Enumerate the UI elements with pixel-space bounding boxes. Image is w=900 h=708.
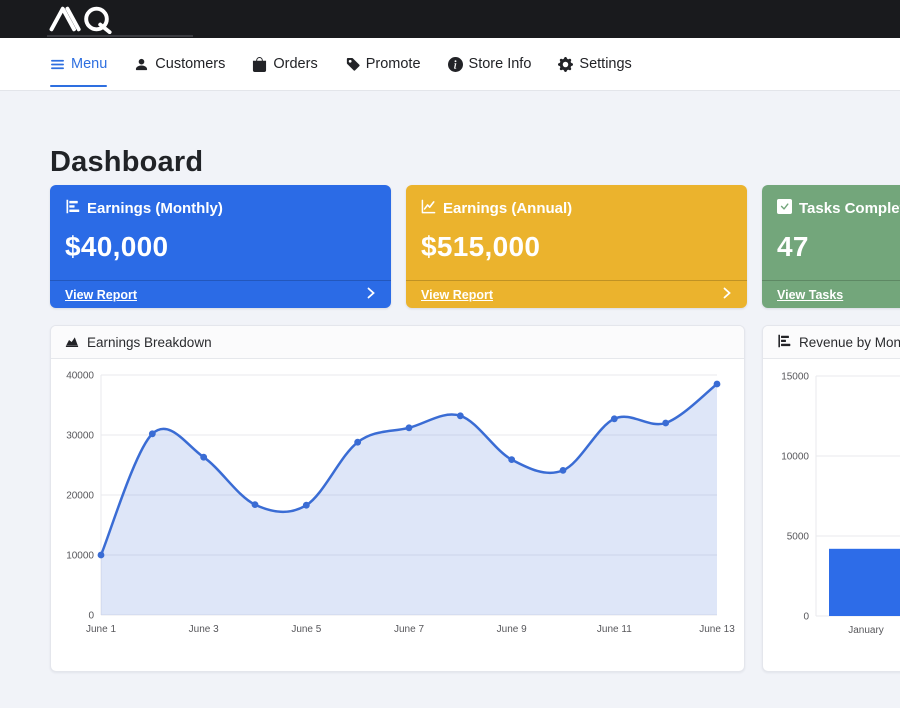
earnings-breakdown-card: Earnings Breakdown 0 10000 20000 30000 40000…: [50, 325, 745, 672]
svg-text:January: January: [848, 625, 884, 636]
svg-text:0: 0: [803, 612, 809, 623]
nav-item-orders[interactable]: Orders: [252, 38, 317, 90]
nav-label: Store Info: [469, 56, 532, 72]
svg-text:20000: 20000: [66, 491, 94, 502]
svg-text:June 9: June 9: [497, 624, 527, 635]
check-square-icon: [777, 199, 792, 218]
bag-icon: [252, 57, 267, 72]
nav-item-store-info[interactable]: Store Info: [448, 38, 532, 90]
stat-card-earnings-monthly: Earnings (Monthly) $40,000 View Report: [50, 185, 391, 308]
person-icon: [134, 57, 149, 72]
svg-text:June 3: June 3: [189, 624, 219, 635]
dashboard-page: Menu Customers Orders Promote Store Info: [0, 0, 900, 708]
revenue-by-month-card: Revenue by Month 0 5000 10000 15000 January: [762, 325, 900, 672]
info-circle-icon: [448, 57, 463, 72]
view-report-link[interactable]: View Report: [406, 280, 747, 308]
nav-item-menu[interactable]: Menu: [50, 38, 107, 90]
chart-card-title: Earnings Breakdown: [87, 335, 212, 350]
bar-chart-icon: [65, 199, 80, 218]
view-tasks-link[interactable]: View Tasks: [762, 280, 900, 308]
bar-chart-icon: [777, 334, 791, 351]
svg-text:15000: 15000: [781, 372, 809, 383]
stat-card-title: Earnings (Annual): [443, 200, 572, 217]
svg-text:5000: 5000: [787, 532, 810, 543]
stat-card-value: $40,000: [65, 231, 376, 263]
stat-card-title: Earnings (Monthly): [87, 200, 223, 217]
svg-text:40000: 40000: [66, 371, 94, 382]
nav-label: Customers: [155, 56, 225, 72]
revenue-bar-chart: 0 5000 10000 15000 January: [763, 359, 900, 672]
svg-text:30000: 30000: [66, 431, 94, 442]
view-report-link[interactable]: View Report: [50, 280, 391, 308]
chevron-right-icon: [367, 286, 376, 304]
brand-logo[interactable]: [45, 4, 133, 34]
stat-card-value: $515,000: [421, 231, 732, 263]
nav-item-promote[interactable]: Promote: [345, 38, 421, 90]
svg-text:June 7: June 7: [394, 624, 424, 635]
svg-text:10000: 10000: [781, 452, 809, 463]
svg-text:10000: 10000: [66, 551, 94, 562]
stat-card-title: Tasks Completed: [799, 200, 900, 217]
area-chart-icon: [65, 334, 79, 351]
top-app-bar: [0, 0, 900, 38]
nav-label: Orders: [273, 56, 317, 72]
logo-underline: [47, 35, 193, 37]
tag-icon: [345, 57, 360, 72]
stat-card-value: 47: [777, 231, 900, 263]
svg-text:June 13: June 13: [699, 624, 735, 635]
svg-text:0: 0: [88, 611, 94, 622]
hamburger-icon: [50, 57, 65, 72]
stat-card-earnings-annual: Earnings (Annual) $515,000 View Report: [406, 185, 747, 308]
nav-label: Settings: [579, 56, 631, 72]
stat-card-tasks-completed: Tasks Completed 47 View Tasks: [762, 185, 900, 308]
svg-text:June 5: June 5: [291, 624, 321, 635]
chart-card-title: Revenue by Month: [799, 335, 900, 350]
nav-label: Menu: [71, 56, 107, 72]
svg-text:June 11: June 11: [597, 624, 632, 635]
chevron-right-icon: [723, 286, 732, 304]
gear-icon: [558, 57, 573, 72]
earnings-line-chart: 0 10000 20000 30000 40000 June 1 June 3 June 5 J…: [51, 359, 744, 672]
nav-item-customers[interactable]: Customers: [134, 38, 225, 90]
line-chart-icon: [421, 199, 436, 218]
nav-label: Promote: [366, 56, 421, 72]
main-navbar: Menu Customers Orders Promote Store Info: [0, 38, 900, 91]
nav-item-settings[interactable]: Settings: [558, 38, 631, 90]
page-title: Dashboard: [50, 146, 203, 179]
svg-text:June 1: June 1: [86, 624, 116, 635]
